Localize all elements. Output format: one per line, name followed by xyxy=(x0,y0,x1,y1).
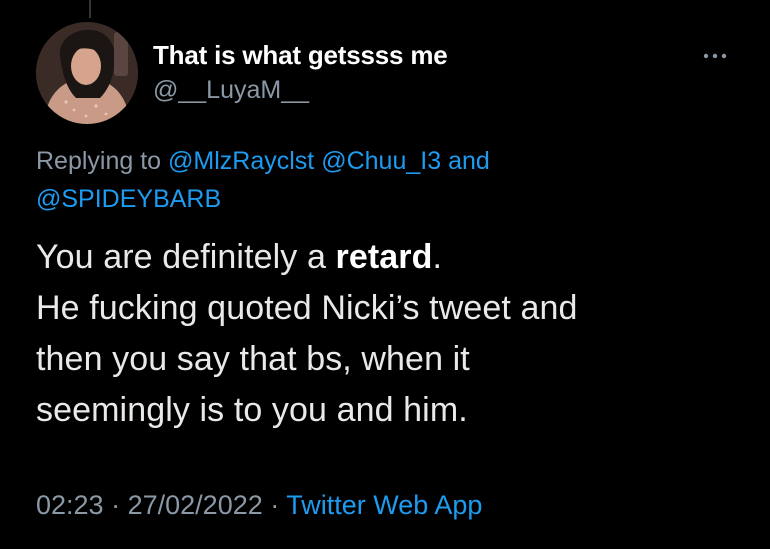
tweet-text: You are definitely a retard. He fucking … xyxy=(36,232,746,436)
tweet-date[interactable]: 27/02/2022 xyxy=(128,490,263,520)
avatar-image xyxy=(36,22,138,124)
mention-link[interactable]: @MlzRayclst xyxy=(168,147,314,175)
mention-conjunction[interactable]: and xyxy=(448,147,490,175)
tweet-text-line: You are definitely a retard. xyxy=(36,232,746,283)
avatar[interactable] xyxy=(36,22,138,124)
thread-connector-line xyxy=(89,0,91,18)
meta-separator: · xyxy=(270,490,280,520)
tweet-time[interactable]: 02:23 xyxy=(36,490,104,520)
tweet-text-segment: . xyxy=(432,238,443,276)
mention-link[interactable]: @SPIDEYBARB xyxy=(36,185,221,213)
author-handle[interactable]: @__LuyaM__ xyxy=(153,76,309,105)
tweet-text-line: He fucking quoted Nicki’s tweet and xyxy=(36,289,578,327)
author-display-name[interactable]: That is what getssss me xyxy=(153,40,448,71)
tweet-text-bold: retard xyxy=(335,238,433,276)
mention-link[interactable]: @Chuu_I3 xyxy=(321,147,441,175)
tweet-metadata: 02:23 · 27/02/2022 · Twitter Web App xyxy=(36,490,482,521)
replying-to-label: Replying to xyxy=(36,147,162,175)
more-horizontal-icon xyxy=(703,53,727,59)
tweet-text-line: then you say that bs, when it xyxy=(36,340,470,378)
more-options-button[interactable] xyxy=(700,48,730,64)
replying-to: Replying to @MlzRayclst @Chuu_I3 and @SP… xyxy=(36,142,736,218)
meta-separator: · xyxy=(111,490,121,520)
tweet-text-segment: You are definitely a xyxy=(36,238,336,276)
tweet-source-link[interactable]: Twitter Web App xyxy=(286,490,482,520)
tweet-text-line: seemingly is to you and him. xyxy=(36,391,468,429)
